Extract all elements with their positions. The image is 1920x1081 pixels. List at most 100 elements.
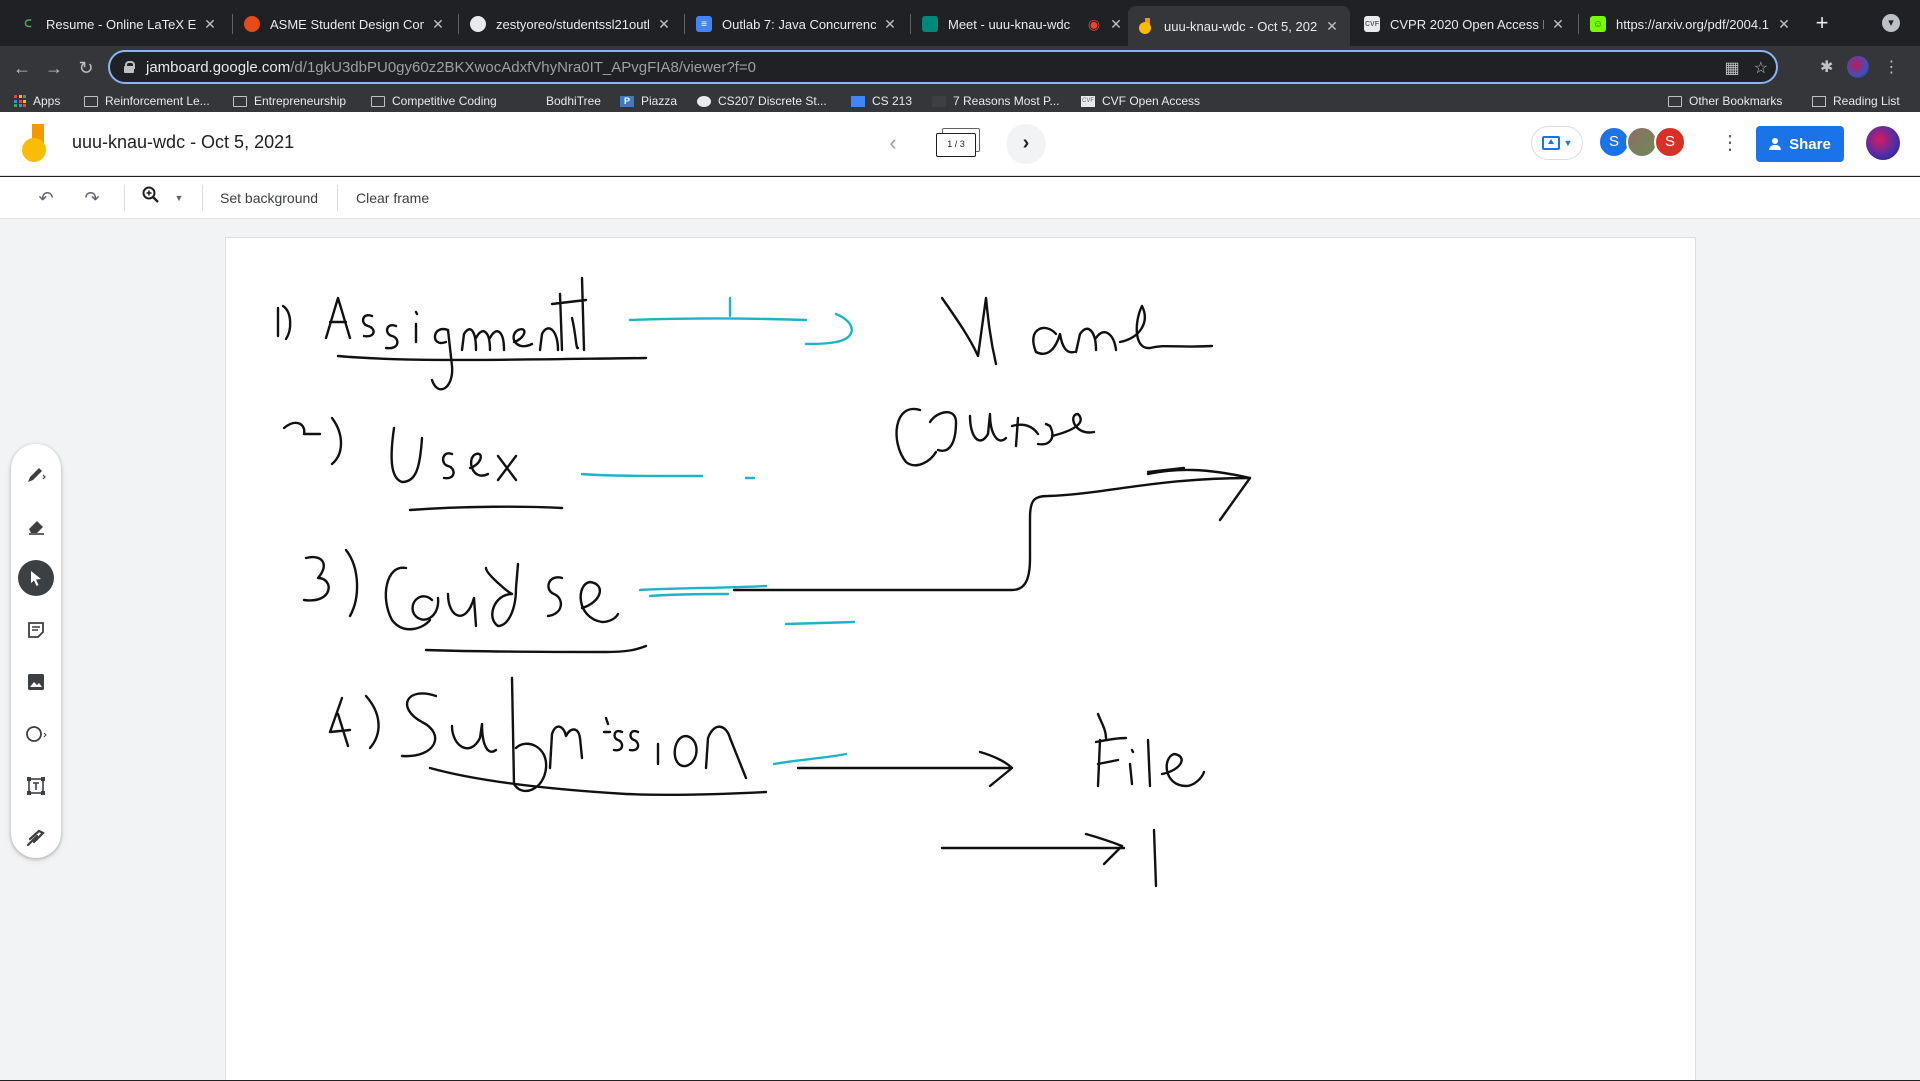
- close-icon[interactable]: ✕: [1108, 16, 1124, 33]
- address-bar[interactable]: jamboard.google.com /d/1gkU3dbPU0gy60z2B…: [108, 50, 1778, 84]
- ink-stroke: [496, 454, 518, 482]
- next-frame-button[interactable]: ›: [1006, 124, 1046, 164]
- more-options-icon[interactable]: ⋮: [1720, 132, 1740, 154]
- ink-stroke: [1050, 412, 1096, 438]
- ink-stroke: [428, 766, 768, 797]
- jamboard-logo[interactable]: [22, 124, 50, 164]
- tab-arxiv[interactable]: ☺ https://arxiv.org/pdf/2004.1 ✕: [1580, 8, 1802, 40]
- tab-resume[interactable]: ᑕ Resume - Online LaTeX Edito ✕: [10, 8, 228, 40]
- bookmark-label: Reinforcement Le...: [105, 94, 210, 108]
- zoom-icon[interactable]: [139, 185, 163, 211]
- new-tab-button[interactable]: +: [1808, 10, 1836, 38]
- bookmark-label: CS 213: [872, 94, 913, 108]
- bookmark-piazza[interactable]: P Piazza: [620, 90, 677, 112]
- pen-icon[interactable]: [18, 456, 54, 492]
- ink-stroke: [580, 472, 704, 478]
- ink-stroke: [512, 328, 534, 348]
- bookmark-label: Other Bookmarks: [1689, 94, 1783, 108]
- bookmark-star-icon[interactable]: ☆: [1754, 58, 1768, 78]
- share-button[interactable]: Share: [1756, 126, 1844, 162]
- jam-board-canvas[interactable]: [225, 237, 1696, 1080]
- forward-icon[interactable]: →: [42, 56, 66, 80]
- tab-outlab[interactable]: ≡ Outlab 7: Java Concurrency ✕: [686, 8, 908, 40]
- jamboard-icon: [1138, 18, 1154, 34]
- circle-icon[interactable]: [18, 716, 54, 752]
- present-screen-icon: [1541, 136, 1560, 150]
- text-box-icon[interactable]: [18, 768, 54, 804]
- bookmark-cs213[interactable]: CS 213: [851, 90, 912, 112]
- tab-meet[interactable]: Meet - uuu-knau-wdc ◉ ✕: [912, 8, 1134, 40]
- bookmark-reading-list[interactable]: Reading List: [1812, 90, 1900, 112]
- previous-frame-button[interactable]: ‹: [882, 130, 904, 158]
- bookmark-label: Piazza: [641, 94, 678, 108]
- close-icon[interactable]: ✕: [882, 16, 898, 33]
- bookmark-other[interactable]: Other Bookmarks: [1668, 90, 1782, 112]
- extensions-icon[interactable]: ✱: [1820, 57, 1833, 77]
- ink-stroke: [804, 312, 853, 346]
- canvas-stage: [0, 219, 1920, 1080]
- tab-cvpr[interactable]: CVF CVPR 2020 Open Access Re ✕: [1354, 8, 1576, 40]
- share-label: Share: [1789, 135, 1831, 153]
- ink-stroke: [968, 412, 1008, 442]
- bookmark-entrepreneurship[interactable]: Entrepreneurship: [233, 90, 346, 112]
- folder-icon: [371, 95, 385, 107]
- browser-toolbar: ← → ↻ jamboard.google.com /d/1gkU3dbPU0g…: [0, 46, 1920, 90]
- bookmarks-bar: Apps Reinforcement Le... Entrepreneurshi…: [0, 90, 1920, 112]
- ink-stroke: [784, 620, 856, 626]
- clear-frame-button[interactable]: Clear frame: [356, 187, 429, 209]
- bookmark-competitive-coding[interactable]: Competitive Coding: [371, 90, 497, 112]
- cvf-icon: CVF: [1081, 95, 1095, 107]
- close-icon[interactable]: ✕: [1324, 18, 1340, 35]
- arxiv-icon: ☺: [1590, 16, 1606, 32]
- account-avatar[interactable]: [1866, 126, 1900, 160]
- eraser-icon[interactable]: [18, 508, 54, 544]
- undo-icon[interactable]: ↶: [34, 185, 58, 211]
- jamboard-header: uuu-knau-wdc - Oct 5, 2021 ‹ 1 / 3 › ▼ S…: [0, 112, 1920, 176]
- bookmark-cvf[interactable]: CVF CVF Open Access: [1081, 90, 1200, 112]
- laser-icon[interactable]: [18, 820, 54, 856]
- ink-stroke: [450, 722, 498, 753]
- ink-stroke: [324, 296, 352, 340]
- close-icon[interactable]: ✕: [1550, 16, 1566, 33]
- reload-icon[interactable]: ↻: [74, 56, 98, 80]
- tab-github[interactable]: zestyoreo/studentssl21outla ✕: [460, 8, 682, 40]
- frame-indicator: 1 / 3: [936, 133, 976, 157]
- url-host: jamboard.google.com: [146, 58, 291, 76]
- docs-icon: ≡: [696, 16, 712, 32]
- qr-code-icon[interactable]: ▦: [1725, 58, 1740, 78]
- profile-avatar[interactable]: [1847, 56, 1870, 78]
- present-button[interactable]: ▼: [1531, 126, 1583, 160]
- tab-asme[interactable]: ASME Student Design Comp ✕: [234, 8, 456, 40]
- select-icon[interactable]: [18, 560, 54, 596]
- jam-title[interactable]: uuu-knau-wdc - Oct 5, 2021: [72, 132, 294, 153]
- close-icon[interactable]: ✕: [202, 16, 218, 33]
- bookmark-cs207[interactable]: CS207 Discrete St...: [697, 90, 827, 112]
- bookmark-7-reasons[interactable]: 7 Reasons Most P...: [932, 90, 1060, 112]
- back-icon[interactable]: ←: [10, 56, 34, 80]
- ink-stroke: [628, 317, 808, 322]
- toolbar-divider: [124, 185, 125, 211]
- ink-stroke: [344, 548, 359, 618]
- lock-icon[interactable]: [124, 61, 135, 73]
- piazza-icon: P: [620, 95, 634, 107]
- ink-stroke: [1010, 416, 1040, 448]
- avatar[interactable]: S: [1654, 126, 1686, 158]
- image-icon[interactable]: [18, 664, 54, 700]
- frame-bar-toggle[interactable]: 1 / 3: [936, 128, 982, 160]
- tab-search-icon[interactable]: ▾: [1882, 14, 1900, 32]
- bookmark-bodhitree[interactable]: BodhiTree: [525, 90, 601, 112]
- sticky-note-icon[interactable]: [18, 612, 54, 648]
- set-background-button[interactable]: Set background: [220, 187, 318, 209]
- tab-jamboard[interactable]: uuu-knau-wdc - Oct 5, 2021 ✕: [1128, 6, 1350, 46]
- close-icon[interactable]: ✕: [430, 16, 446, 33]
- redo-icon[interactable]: ↷: [80, 185, 104, 211]
- bookmark-apps[interactable]: Apps: [14, 90, 60, 112]
- ink-stroke: [424, 644, 648, 654]
- chevron-down-icon[interactable]: ▼: [172, 185, 186, 211]
- close-icon[interactable]: ✕: [1776, 16, 1792, 33]
- close-icon[interactable]: ✕: [656, 16, 672, 33]
- bookmark-reinforcement[interactable]: Reinforcement Le...: [84, 90, 210, 112]
- tool-rail: [11, 444, 61, 858]
- bookmark-label: 7 Reasons Most P...: [953, 94, 1060, 108]
- chrome-menu-icon[interactable]: ⋮: [1883, 57, 1899, 77]
